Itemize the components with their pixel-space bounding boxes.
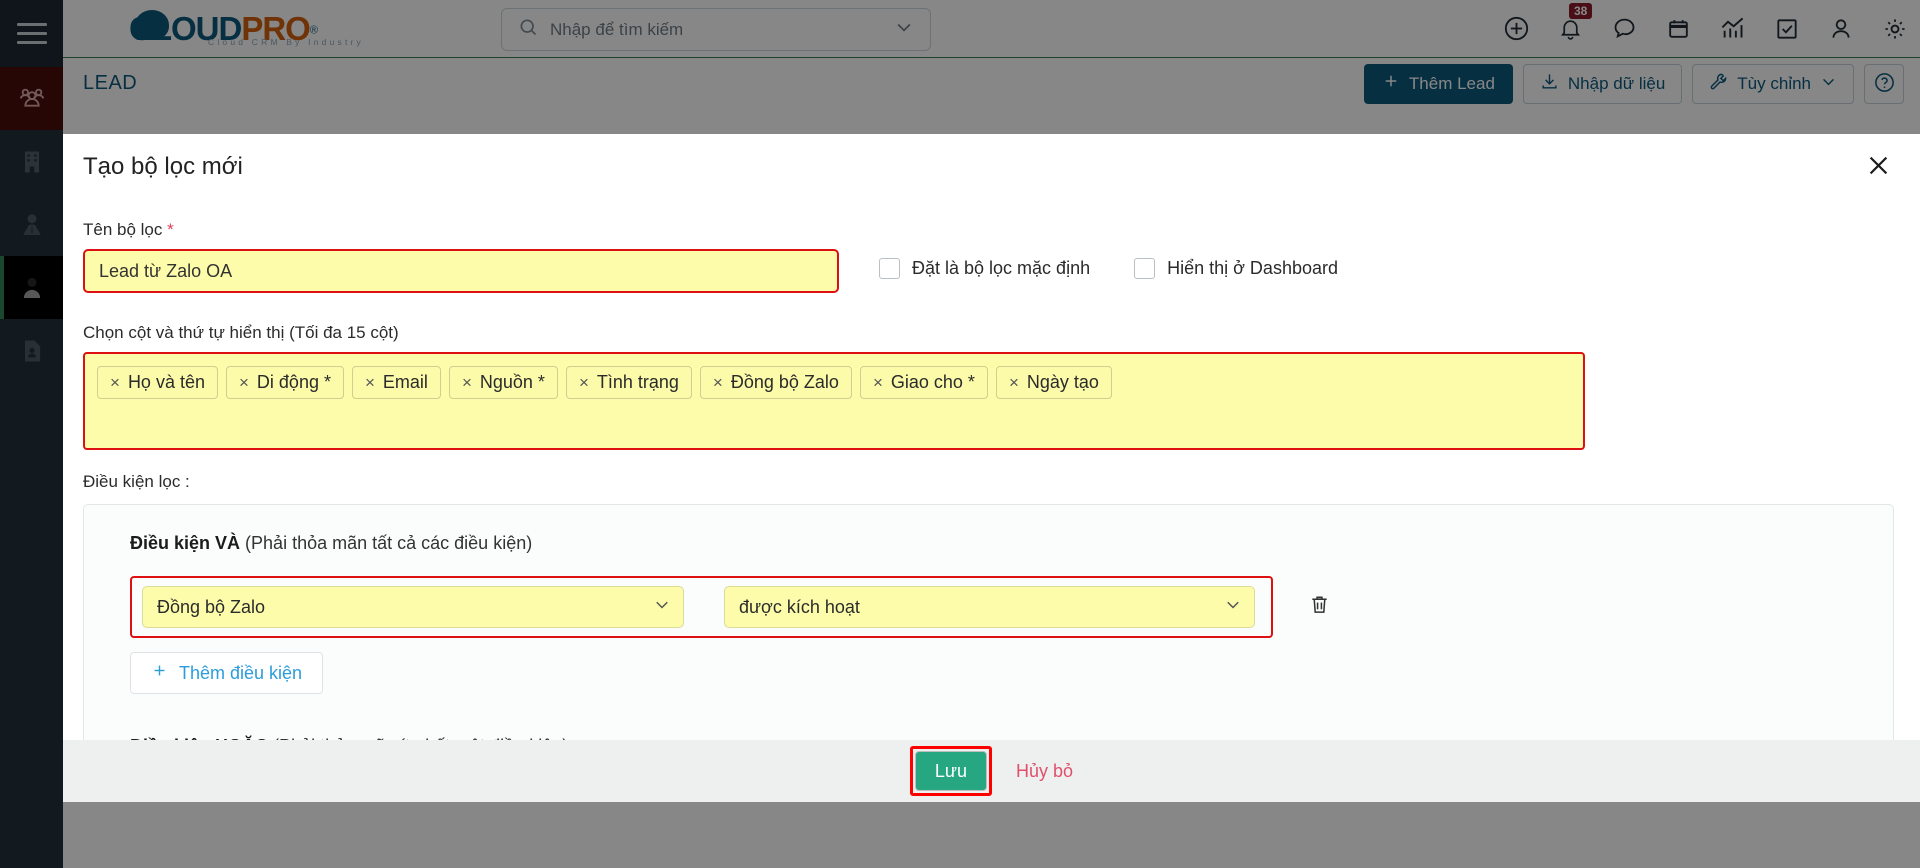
remove-tag-icon[interactable]: × — [579, 373, 589, 393]
column-tag[interactable]: × Đồng bộ Zalo — [699, 366, 852, 399]
column-tag-label: Họ và tên — [127, 372, 205, 392]
condition-field-value: Đồng bộ Zalo — [157, 596, 266, 617]
required-marker: * — [167, 220, 174, 239]
app-root: CLOUDPRO® Cloud CRM By Industry 38 — [0, 0, 1920, 868]
condition-row: Đồng bộ Zalo được kích hoạt — [130, 576, 1273, 638]
remove-tag-icon[interactable]: × — [365, 373, 375, 393]
show-dashboard-checkbox[interactable]: Hiển thị ở Dashboard — [1134, 258, 1338, 279]
or-conditions-title: Điều kiện HOẶC — [130, 736, 268, 740]
cancel-button[interactable]: Hủy bỏ — [1016, 761, 1073, 782]
trash-icon[interactable] — [1308, 593, 1331, 621]
and-conditions-heading: Điều kiện VÀ (Phải thỏa mãn tất cả các đ… — [130, 533, 1859, 554]
remove-tag-icon[interactable]: × — [1009, 373, 1019, 393]
column-tag-label: Nguồn * — [479, 372, 545, 392]
column-tag-label: Ngày tạo — [1026, 372, 1099, 392]
remove-tag-icon[interactable]: × — [462, 373, 472, 393]
filter-name-row: Đặt là bộ lọc mặc định Hiển thị ở Dashbo… — [83, 249, 1894, 293]
column-tag-label: Tình trạng — [596, 372, 679, 392]
chevron-down-icon — [653, 596, 671, 619]
remove-tag-icon[interactable]: × — [110, 373, 120, 393]
column-tag[interactable]: × Tình trạng — [565, 366, 692, 399]
or-conditions-heading: Điều kiện HOẶC (Phải thỏa mãn ít nhất mộ… — [130, 736, 1859, 740]
column-tag[interactable]: × Nguồn * — [448, 366, 558, 399]
create-filter-modal: Tạo bộ lọc mới Tên bộ lọc * Đặt là bộ lọ… — [63, 134, 1920, 802]
plus-icon — [151, 662, 168, 684]
and-conditions-title: Điều kiện VÀ — [130, 533, 241, 553]
remove-tag-icon[interactable]: × — [713, 373, 723, 393]
condition-operator-select[interactable]: được kích hoạt — [724, 586, 1255, 628]
modal-header: Tạo bộ lọc mới — [63, 134, 1920, 200]
remove-tag-icon[interactable]: × — [239, 373, 249, 393]
filter-name-input[interactable] — [83, 249, 839, 293]
columns-tag-field[interactable]: × Họ và tên × Di động * × Email × Nguồn * × Tình … — [83, 352, 1585, 450]
column-tag-label: Đồng bộ Zalo — [730, 372, 839, 392]
conditions-panel: Điều kiện VÀ (Phải thỏa mãn tất cả các đ… — [83, 504, 1894, 740]
modal-footer: Lưu Hủy bỏ — [63, 740, 1920, 802]
add-condition-button[interactable]: Thêm điều kiện — [130, 652, 324, 694]
column-tag-label: Email — [382, 372, 428, 392]
default-filter-checkbox[interactable]: Đặt là bộ lọc mặc định — [879, 258, 1090, 279]
and-conditions-hint: (Phải thỏa mãn tất cả các điều kiện) — [245, 533, 533, 553]
filter-name-label-text: Tên bộ lọc — [83, 220, 163, 239]
save-button-highlight: Lưu — [909, 746, 992, 796]
column-tag[interactable]: × Di động * — [225, 366, 344, 399]
filter-name-label: Tên bộ lọc * — [83, 220, 1894, 240]
conditions-label: Điều kiện lọc : — [83, 472, 190, 491]
remove-tag-icon[interactable]: × — [873, 373, 883, 393]
column-tag-label: Di động * — [256, 372, 331, 392]
checkbox-box-icon — [1134, 258, 1156, 279]
columns-label: Chọn cột và thứ tự hiển thị (Tối đa 15 c… — [83, 323, 399, 342]
column-tag[interactable]: × Họ và tên — [97, 366, 218, 399]
save-button[interactable]: Lưu — [914, 751, 987, 791]
modal-title: Tạo bộ lọc mới — [83, 153, 243, 180]
add-condition-label: Thêm điều kiện — [179, 662, 303, 683]
close-icon[interactable] — [1865, 151, 1892, 184]
column-tag[interactable]: × Giao cho * — [859, 366, 988, 399]
condition-operator-value: được kích hoạt — [739, 596, 860, 617]
default-filter-label: Đặt là bộ lọc mặc định — [912, 258, 1091, 278]
column-tag[interactable]: × Email — [351, 366, 441, 399]
column-tag[interactable]: × Ngày tạo — [995, 366, 1112, 399]
chevron-down-icon — [1224, 596, 1242, 619]
or-conditions-hint: (Phải thỏa mãn ít nhất một điều kiện) — [273, 736, 568, 740]
show-dashboard-label: Hiển thị ở Dashboard — [1167, 258, 1338, 278]
filter-options-group: Đặt là bộ lọc mặc định Hiển thị ở Dashbo… — [879, 258, 1338, 279]
column-tag-label: Giao cho * — [890, 372, 975, 392]
checkbox-box-icon — [879, 258, 900, 279]
modal-body: Tên bộ lọc * Đặt là bộ lọc mặc định Hiển… — [63, 200, 1920, 740]
condition-field-select[interactable]: Đồng bộ Zalo — [142, 586, 684, 628]
